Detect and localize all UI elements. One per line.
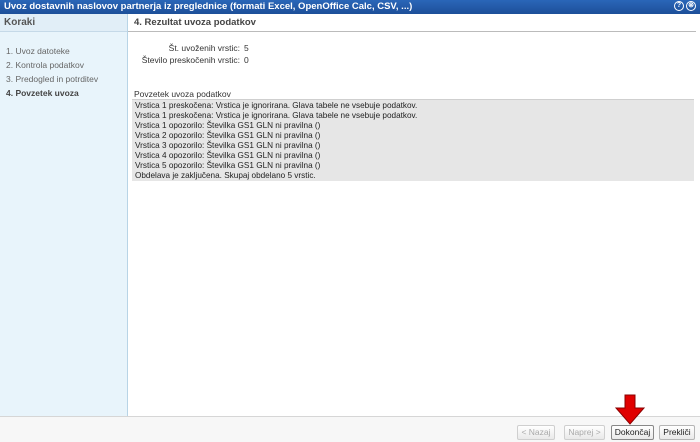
step-import-summary: 4. Povzetek uvoza — [6, 88, 79, 98]
log-line: Vrstica 4 opozorilo: Številka GS1 GLN ni… — [135, 151, 321, 160]
log-line: Obdelava je zaključena. Skupaj obdelano … — [135, 171, 316, 180]
stat-value: 0 — [244, 55, 249, 65]
log-line: Vrstica 1 preskočena: Vrstica je ignorir… — [135, 101, 418, 110]
next-button[interactable]: Naprej > — [564, 425, 605, 440]
step-preview-confirm: 3. Predogled in potrditev — [6, 74, 99, 84]
log-line: Vrstica 5 opozorilo: Številka GS1 GLN ni… — [135, 161, 321, 170]
close-icon[interactable]: ⊗ — [686, 1, 696, 11]
steps-list: 1. Uvoz datoteke 2. Kontrola podatkov 3.… — [0, 32, 127, 100]
import-stats: Št. uvoženih vrstic: 5 Število preskočen… — [128, 42, 249, 66]
arrow-shape — [614, 394, 646, 425]
wizard-footer: < Nazaj Naprej > Dokončaj Prekliči — [0, 416, 700, 442]
sidebar-title: Koraki — [0, 14, 127, 32]
main-panel: 4. Rezultat uvoza podatkov Št. uvoženih … — [128, 14, 700, 416]
stat-label: Število preskočenih vrstic: — [141, 55, 240, 65]
log-line: Vrstica 2 opozorilo: Številka GS1 GLN ni… — [135, 131, 321, 140]
stat-skipped-rows: Število preskočenih vrstic: 0 — [128, 54, 249, 66]
stat-value: 5 — [244, 43, 249, 53]
log-line: Vrstica 3 opozorilo: Številka GS1 GLN ni… — [135, 141, 321, 150]
finish-button[interactable]: Dokončaj — [611, 425, 654, 440]
red-arrow-icon — [614, 394, 646, 425]
window-titlebar: Uvoz dostavnih naslovov partnerja iz pre… — [0, 0, 700, 14]
page-title: 4. Rezultat uvoza podatkov — [128, 14, 696, 32]
log-line: Vrstica 1 opozorilo: Številka GS1 GLN ni… — [135, 121, 321, 130]
summary-log[interactable]: Vrstica 1 preskočena: Vrstica je ignorir… — [132, 99, 694, 181]
window-title: Uvoz dostavnih naslovov partnerja iz pre… — [4, 1, 413, 12]
cancel-button[interactable]: Prekliči — [659, 425, 695, 440]
stat-label: Št. uvoženih vrstic: — [168, 43, 240, 53]
log-line: Vrstica 1 preskočena: Vrstica je ignorir… — [135, 111, 418, 120]
help-icon[interactable]: ? — [674, 1, 684, 11]
steps-sidebar: Koraki 1. Uvoz datoteke 2. Kontrola poda… — [0, 14, 128, 416]
back-button[interactable]: < Nazaj — [517, 425, 555, 440]
summary-label: Povzetek uvoza podatkov — [134, 89, 231, 99]
stat-imported-rows: Št. uvoženih vrstic: 5 — [128, 42, 249, 54]
step-data-check: 2. Kontrola podatkov — [6, 60, 84, 70]
step-upload-file: 1. Uvoz datoteke — [6, 46, 70, 56]
